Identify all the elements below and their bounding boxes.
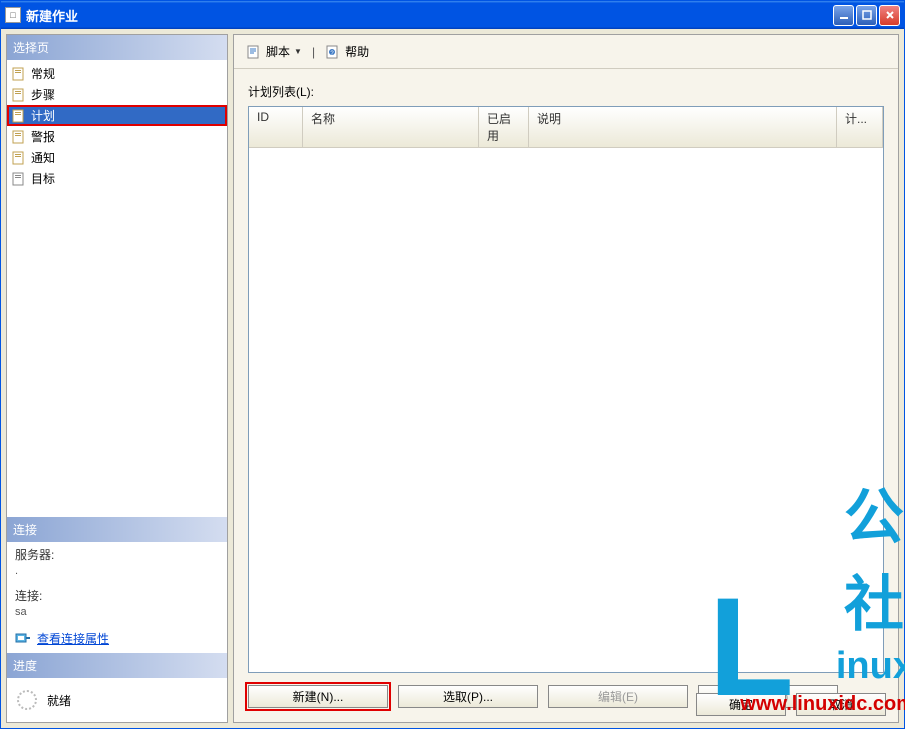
view-connection-row: 查看连接属性 xyxy=(7,624,227,653)
schedule-table: ID 名称 已启用 说明 计... xyxy=(248,106,884,673)
connection-icon xyxy=(15,631,31,647)
help-icon: ? xyxy=(325,44,341,60)
close-button[interactable] xyxy=(879,5,900,26)
column-last[interactable]: 计... xyxy=(837,107,883,147)
help-button[interactable]: ? 帮助 xyxy=(321,41,373,62)
sidebar-item-targets[interactable]: 目标 xyxy=(7,168,227,189)
column-id[interactable]: ID xyxy=(249,107,303,147)
script-label: 脚本 xyxy=(266,43,290,60)
page-icon xyxy=(11,87,27,103)
progress-header: 进度 xyxy=(7,653,227,678)
app-icon: □ xyxy=(5,7,21,23)
select-page-header: 选择页 xyxy=(7,35,227,60)
page-icon xyxy=(11,66,27,82)
toolbar-separator: | xyxy=(310,45,317,59)
server-label: 服务器: xyxy=(7,542,227,565)
progress-row: 就绪 xyxy=(7,678,227,722)
script-icon xyxy=(246,44,262,60)
sidebar-item-alerts[interactable]: 警报 xyxy=(7,126,227,147)
page-icon xyxy=(11,129,27,145)
window-controls xyxy=(833,5,900,26)
server-value: . xyxy=(7,565,227,583)
table-body[interactable] xyxy=(249,148,883,672)
main-panel: 脚本 ▼ | ? 帮助 计划列表(L): ID 名称 已启用 说明 xyxy=(233,34,899,723)
view-connection-link[interactable]: 查看连接属性 xyxy=(37,630,109,647)
sidebar-item-label: 步骤 xyxy=(31,86,55,103)
page-icon xyxy=(11,171,27,187)
sidebar-item-label: 通知 xyxy=(31,149,55,166)
sidebar-item-notifications[interactable]: 通知 xyxy=(7,147,227,168)
connection-label: 连接: xyxy=(7,583,227,606)
window-title: 新建作业 xyxy=(26,6,833,25)
column-desc[interactable]: 说明 xyxy=(529,107,837,147)
ok-button[interactable]: 确定 xyxy=(696,693,786,716)
connection-value: sa xyxy=(7,606,227,624)
sidebar-item-label: 计划 xyxy=(31,107,55,124)
maximize-button[interactable] xyxy=(856,5,877,26)
minimize-button[interactable] xyxy=(833,5,854,26)
table-header: ID 名称 已启用 说明 计... xyxy=(249,107,883,148)
toolbar: 脚本 ▼ | ? 帮助 xyxy=(234,35,898,69)
page-icon xyxy=(11,150,27,166)
sidebar-item-label: 目标 xyxy=(31,170,55,187)
page-list: 常规 步骤 计划 警报 通知 xyxy=(7,60,227,192)
content-area: 计划列表(L): ID 名称 已启用 说明 计... 新建(N)... 选取(P… xyxy=(234,69,898,722)
progress-status: 就绪 xyxy=(47,692,71,709)
spinner-icon xyxy=(17,690,37,710)
script-button[interactable]: 脚本 ▼ xyxy=(242,41,306,62)
column-name[interactable]: 名称 xyxy=(303,107,479,147)
column-enabled[interactable]: 已启用 xyxy=(479,107,529,147)
new-job-window: □ 新建作业 选择页 常规 步骤 xyxy=(0,0,905,729)
sidebar-item-label: 常规 xyxy=(31,65,55,82)
footer-buttons: 确定 取消 xyxy=(696,693,886,716)
window-body: 选择页 常规 步骤 计划 警报 xyxy=(1,29,904,728)
new-button[interactable]: 新建(N)... xyxy=(248,685,388,708)
edit-button: 编辑(E) xyxy=(548,685,688,708)
page-icon xyxy=(11,108,27,124)
connection-header: 连接 xyxy=(7,517,227,542)
titlebar: □ 新建作业 xyxy=(1,1,904,29)
sidebar-item-general[interactable]: 常规 xyxy=(7,63,227,84)
chevron-down-icon: ▼ xyxy=(294,47,302,56)
sidebar: 选择页 常规 步骤 计划 警报 xyxy=(6,34,228,723)
help-label: 帮助 xyxy=(345,43,369,60)
schedule-list-label: 计划列表(L): xyxy=(248,83,884,100)
sidebar-item-label: 警报 xyxy=(31,128,55,145)
cancel-button[interactable]: 取消 xyxy=(796,693,886,716)
pick-button[interactable]: 选取(P)... xyxy=(398,685,538,708)
sidebar-item-schedule[interactable]: 计划 xyxy=(7,105,227,126)
sidebar-item-steps[interactable]: 步骤 xyxy=(7,84,227,105)
